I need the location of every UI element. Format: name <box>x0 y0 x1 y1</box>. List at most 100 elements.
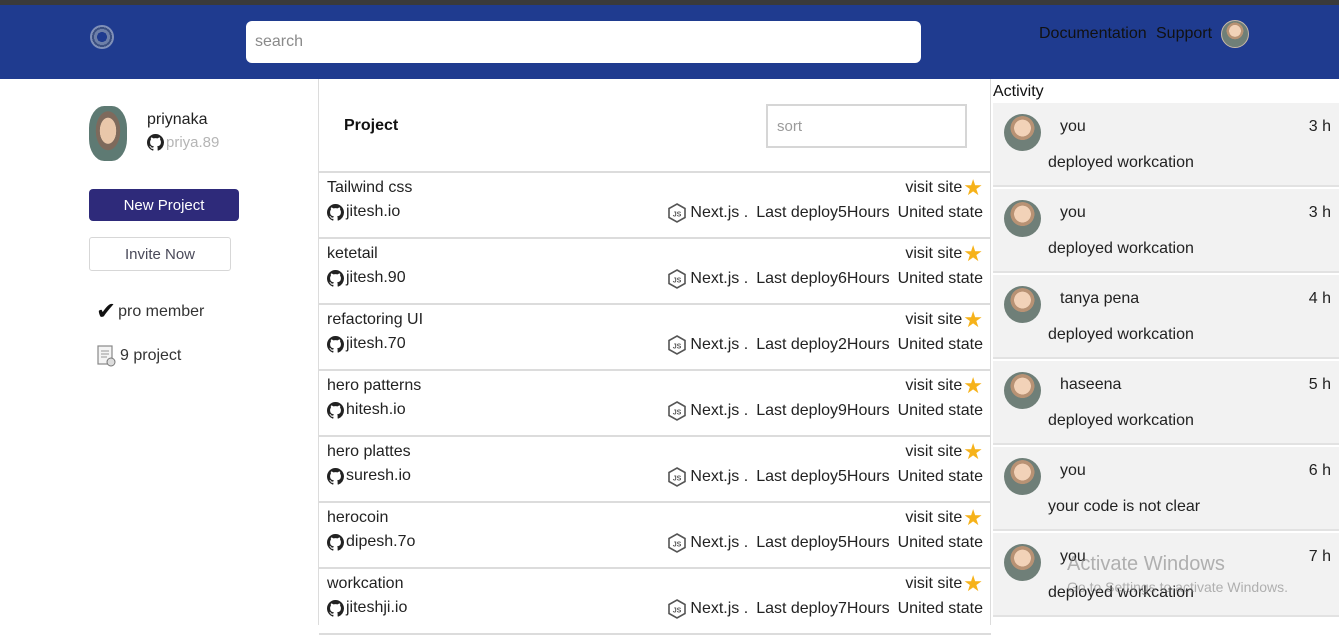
activity-time: 3 h <box>1308 118 1331 135</box>
project-row[interactable]: hero patterns hitesh.io visit site ★ JS … <box>319 371 991 437</box>
document-icon <box>97 345 116 367</box>
star-icon[interactable]: ★ <box>963 243 983 265</box>
project-repo-link[interactable]: dipesh.7o <box>327 533 415 551</box>
pro-member-badge: ✔ pro member <box>96 300 204 324</box>
visit-site-label: visit site <box>905 311 963 328</box>
star-icon[interactable]: ★ <box>963 375 983 397</box>
nav-support[interactable]: Support <box>1156 25 1212 43</box>
star-icon[interactable]: ★ <box>963 573 983 595</box>
profile-handle[interactable]: priya.89 <box>147 134 219 151</box>
region: United state <box>897 270 983 287</box>
project-repo-link[interactable]: jitesh.70 <box>327 335 406 353</box>
visit-site-link[interactable]: visit site ★ <box>905 309 983 331</box>
project-row[interactable]: hero plattes suresh.io visit site ★ JS N… <box>319 437 991 503</box>
project-handle: jiteshji.io <box>346 599 408 616</box>
framework-label: Next.js . <box>690 402 749 419</box>
project-meta: JS Next.js . Last deploy5Hours United st… <box>668 467 983 487</box>
project-repo-link[interactable]: jitesh.90 <box>327 269 406 287</box>
region: United state <box>897 402 983 419</box>
svg-text:JS: JS <box>673 476 682 483</box>
svg-text:JS: JS <box>673 278 682 285</box>
project-name[interactable]: herocoin <box>327 509 388 527</box>
svg-text:JS: JS <box>673 410 682 417</box>
project-handle: suresh.io <box>346 467 411 484</box>
framework-label: Next.js . <box>690 336 749 353</box>
framework: JS Next.js . <box>668 401 748 421</box>
framework-label: Next.js . <box>690 534 749 551</box>
github-icon <box>327 599 344 617</box>
activity-time: 6 h <box>1308 462 1331 479</box>
project-repo-link[interactable]: jitesh.io <box>327 203 400 221</box>
app-logo-icon[interactable] <box>90 25 114 49</box>
project-count: 9 project <box>96 344 181 368</box>
activity-message: deployed workcation <box>1048 326 1194 343</box>
project-name[interactable]: Tailwind css <box>327 179 412 197</box>
visit-site-link[interactable]: visit site ★ <box>905 441 983 463</box>
star-icon[interactable]: ★ <box>963 507 983 529</box>
user-avatar[interactable] <box>1221 20 1249 48</box>
project-name[interactable]: hero patterns <box>327 377 421 395</box>
invite-now-button[interactable]: Invite Now <box>89 237 231 271</box>
last-deploy: Last deploy6Hours <box>756 270 890 287</box>
framework-label: Next.js . <box>690 468 749 485</box>
visit-site-link[interactable]: visit site ★ <box>905 177 983 199</box>
project-name[interactable]: workcation <box>327 575 403 593</box>
github-icon <box>327 401 344 419</box>
visit-site-link[interactable]: visit site ★ <box>905 375 983 397</box>
nodejs-icon: JS <box>668 401 687 421</box>
projects-panel: Project Tailwind css jitesh.io visit sit… <box>318 79 991 635</box>
project-handle: jitesh.90 <box>346 269 406 286</box>
visit-site-label: visit site <box>905 443 963 460</box>
project-meta: JS Next.js . Last deploy6Hours United st… <box>668 269 983 289</box>
project-repo-link[interactable]: hitesh.io <box>327 401 406 419</box>
framework: JS Next.js . <box>668 599 748 619</box>
nav-documentation[interactable]: Documentation <box>1039 25 1147 43</box>
project-row[interactable]: Tailwind css jitesh.io visit site ★ JS N… <box>319 173 991 239</box>
activity-title: Activity <box>993 83 1044 100</box>
svg-text:JS: JS <box>673 542 682 549</box>
pro-member-label: pro member <box>118 303 205 320</box>
svg-text:JS: JS <box>673 344 682 351</box>
last-deploy: Last deploy5Hours <box>756 204 890 221</box>
search-input[interactable] <box>246 21 921 63</box>
visit-site-label: visit site <box>905 179 963 196</box>
region: United state <box>897 534 983 551</box>
star-icon[interactable]: ★ <box>963 177 983 199</box>
github-icon <box>327 467 344 485</box>
framework-label: Next.js . <box>690 600 749 617</box>
project-repo-link[interactable]: suresh.io <box>327 467 411 485</box>
github-icon <box>327 533 344 551</box>
project-row[interactable]: ketetail jitesh.90 visit site ★ JS Next.… <box>319 239 991 305</box>
framework: JS Next.js . <box>668 467 748 487</box>
visit-site-link[interactable]: visit site ★ <box>905 573 983 595</box>
project-meta: JS Next.js . Last deploy9Hours United st… <box>668 401 983 421</box>
profile-name: priynaka <box>147 111 208 128</box>
last-deploy: Last deploy5Hours <box>756 468 890 485</box>
project-row[interactable]: refactoring UI jitesh.70 visit site ★ JS… <box>319 305 991 371</box>
activity-avatar <box>1004 200 1041 237</box>
star-icon[interactable]: ★ <box>963 441 983 463</box>
project-name[interactable]: refactoring UI <box>327 311 423 329</box>
sort-input[interactable] <box>766 104 967 148</box>
github-icon <box>327 335 344 353</box>
activity-avatar <box>1004 458 1041 495</box>
activity-user: tanya pena <box>1060 290 1140 307</box>
project-row[interactable]: workcation jiteshji.io visit site ★ JS N… <box>319 569 991 635</box>
project-name[interactable]: hero plattes <box>327 443 411 461</box>
nodejs-icon: JS <box>668 269 687 289</box>
visit-site-link[interactable]: visit site ★ <box>905 243 983 265</box>
nodejs-icon: JS <box>668 599 687 619</box>
new-project-button[interactable]: New Project <box>89 189 239 221</box>
project-name[interactable]: ketetail <box>327 245 378 263</box>
project-meta: JS Next.js . Last deploy5Hours United st… <box>668 533 983 553</box>
windows-watermark-title: Activate Windows <box>1067 553 1225 575</box>
github-icon <box>327 203 344 221</box>
last-deploy: Last deploy5Hours <box>756 534 890 551</box>
visit-site-link[interactable]: visit site ★ <box>905 507 983 529</box>
project-row[interactable]: herocoin dipesh.7o visit site ★ JS Next.… <box>319 503 991 569</box>
activity-avatar <box>1004 544 1041 581</box>
project-repo-link[interactable]: jiteshji.io <box>327 599 407 617</box>
region: United state <box>897 204 983 221</box>
star-icon[interactable]: ★ <box>963 309 983 331</box>
activity-time: 5 h <box>1308 376 1331 393</box>
